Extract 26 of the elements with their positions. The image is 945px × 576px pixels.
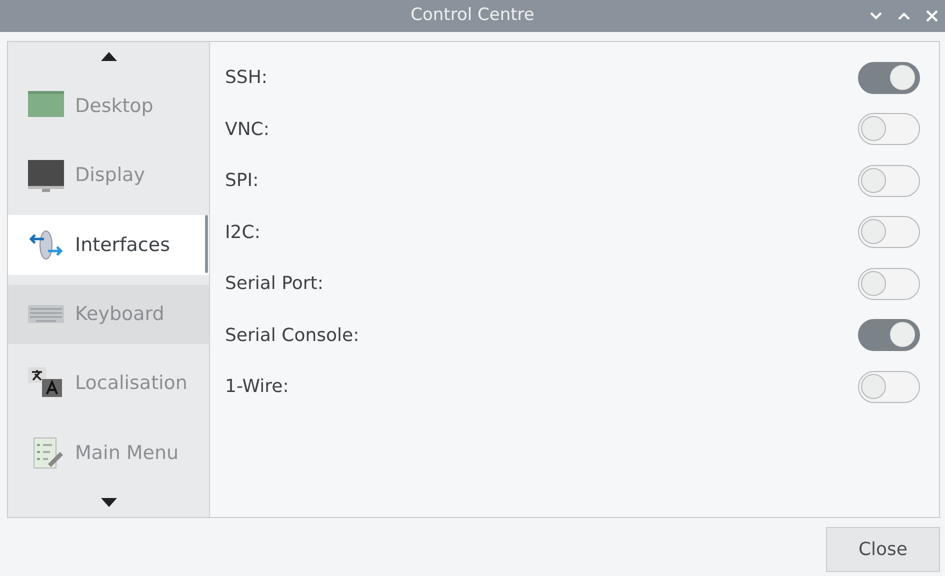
sidebar-item[interactable]: Main Menu [8, 423, 209, 482]
toggle-switch[interactable] [858, 268, 920, 300]
toggle-switch[interactable] [858, 164, 920, 197]
sidebar-item[interactable]: Display [8, 146, 209, 206]
setting-label: SSH: [225, 66, 268, 90]
scroll-down-icon[interactable] [100, 498, 116, 507]
scrollbar-thumb[interactable] [205, 215, 208, 273]
sidebar-item[interactable]: Interfaces [8, 215, 209, 275]
toggle-switch[interactable] [858, 319, 920, 352]
sidebar-item[interactable]: Localisation [8, 354, 209, 414]
window-title: Control Centre [410, 4, 534, 28]
setting-label: SPI: [225, 169, 259, 194]
setting-label: VNC: [225, 118, 270, 142]
setting-label: Serial Port: [225, 272, 324, 296]
sidebar-item[interactable]: Keyboard [8, 284, 209, 344]
close-button[interactable]: Close [826, 527, 940, 572]
toggle-switch[interactable] [858, 113, 920, 146]
toggle-switch[interactable] [858, 370, 920, 403]
scroll-up-icon[interactable] [100, 52, 116, 62]
setting-label: I2C: [225, 220, 260, 245]
toggle-switch[interactable] [858, 62, 920, 94]
setting-label: Serial Console: [225, 324, 360, 348]
sidebar-item[interactable]: Desktop [8, 76, 209, 136]
close-icon[interactable] [925, 9, 939, 23]
setting-label: 1-Wire: [225, 375, 289, 400]
toggle-switch[interactable] [858, 216, 920, 248]
